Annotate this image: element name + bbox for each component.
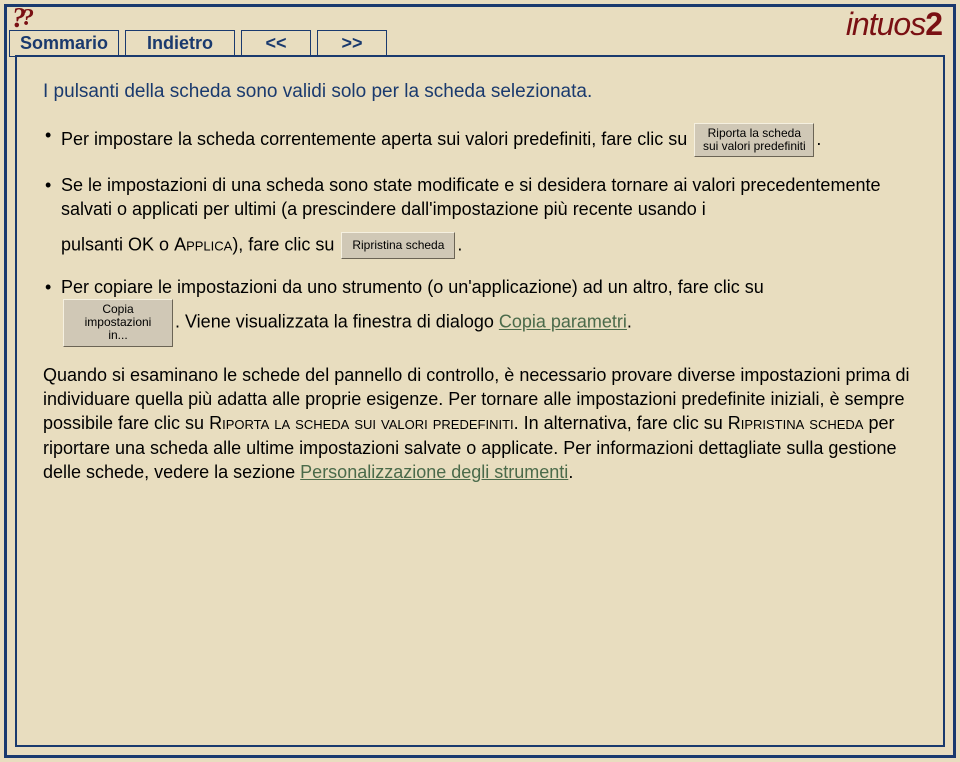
brand-logo: intuos2 <box>846 6 942 43</box>
b2-p1: Se le impostazioni di una scheda sono st… <box>61 175 880 219</box>
bullet-item-3: Per copiare le impostazioni da uno strum… <box>43 275 917 347</box>
b1-text-pre: Per impostare la scheda correntemente ap… <box>61 129 692 149</box>
b2-p2-pre: pulsanti OK o <box>61 234 174 254</box>
intro-text: I pulsanti della scheda sono validi solo… <box>43 79 917 105</box>
b2-p2-mid: ), fare clic su <box>232 234 339 254</box>
b2-post: . <box>457 234 462 254</box>
content: I pulsanti della scheda sono validi solo… <box>43 79 917 484</box>
brand-name: intuos <box>846 6 925 42</box>
navbar: Sommario Indietro << >> <box>9 30 387 57</box>
reset-defaults-button[interactable]: Riporta la scheda sui valori predefiniti <box>694 123 814 157</box>
next-button[interactable]: >> <box>317 30 387 57</box>
b1-btn-line2: sui valori predefiniti <box>703 139 806 153</box>
b1-btn-line1: Riporta la scheda <box>708 126 801 140</box>
b3-post: . <box>627 312 632 332</box>
copy-params-link[interactable]: Copia parametri <box>499 312 627 332</box>
closing-paragraph: Quando si esaminano le schede del pannel… <box>43 363 917 484</box>
copy-settings-button[interactable]: Copia impostazioni in... <box>63 299 173 347</box>
para-p2: . In alternativa, fare clic su <box>514 413 728 433</box>
b3-btn-line1: Copia impostazioni <box>85 302 152 329</box>
prev-button[interactable]: << <box>241 30 311 57</box>
restore-tab-button[interactable]: Ripristina scheda <box>341 232 455 259</box>
customization-link[interactable]: Personalizzazione degli strumenti <box>300 462 568 482</box>
b1-text-post: . <box>816 129 821 149</box>
para-sc1: Riporta la scheda sui valori predefiniti <box>209 413 514 433</box>
content-frame: I pulsanti della scheda sono validi solo… <box>15 55 945 747</box>
b3-mid: . Viene visualizzata la finestra di dial… <box>175 312 499 332</box>
bullet-list: Per impostare la scheda correntemente ap… <box>43 123 917 347</box>
brand-suffix: 2 <box>925 6 942 42</box>
summary-button[interactable]: Sommario <box>9 30 119 57</box>
para-p4: . <box>568 462 573 482</box>
b3-btn-line2: in... <box>108 328 127 342</box>
para-sc2: Ripristina scheda <box>728 413 864 433</box>
b2-applica: Applica <box>174 234 232 254</box>
b3-line1: Per copiare le impostazioni da uno strum… <box>61 277 764 297</box>
back-button[interactable]: Indietro <box>125 30 235 57</box>
bullet-item-2: Se le impostazioni di una scheda sono st… <box>43 173 917 259</box>
bullet-item-1: Per impostare la scheda correntemente ap… <box>43 123 917 157</box>
